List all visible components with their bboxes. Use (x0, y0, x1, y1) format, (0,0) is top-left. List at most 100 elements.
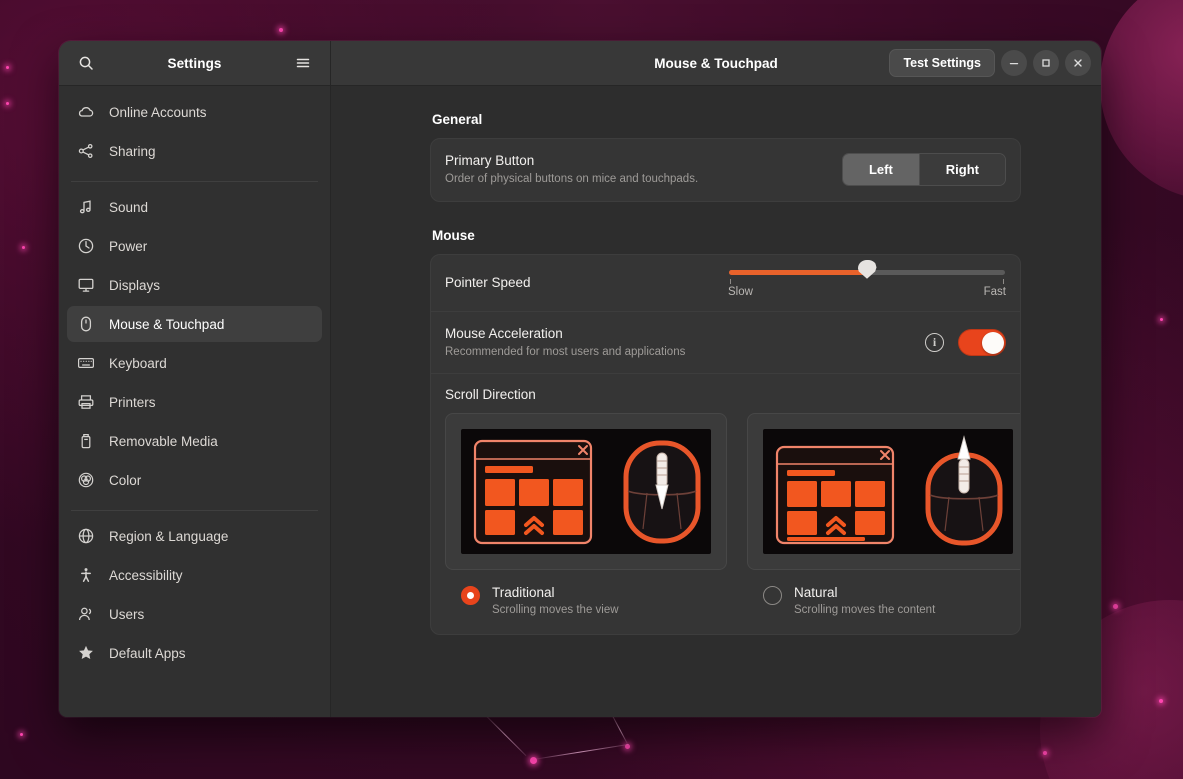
sidebar-item-sound[interactable]: Sound (67, 189, 322, 225)
primary-button-title: Primary Button (445, 152, 842, 170)
settings-sidebar[interactable]: Online Accounts Sharing (59, 86, 331, 717)
search-icon[interactable] (71, 48, 101, 78)
minimize-button[interactable] (1001, 50, 1027, 76)
sidebar-item-removable-media[interactable]: Removable Media (67, 423, 322, 459)
natural-label-block: Natural Scrolling moves the content (794, 584, 935, 617)
sidebar-item-power[interactable]: Power (67, 228, 322, 264)
wallpaper-constellation-line (533, 744, 629, 760)
app-title: Settings (101, 56, 288, 71)
accessibility-person-icon (77, 566, 95, 584)
slider-thumb[interactable] (858, 260, 877, 279)
wallpaper-star (1160, 318, 1163, 321)
sidebar-item-label: Color (109, 473, 141, 488)
sidebar-item-label: Users (109, 607, 144, 622)
pointer-speed-slider[interactable]: Slow Fast (728, 268, 1006, 298)
sidebar-item-default-apps[interactable]: Default Apps (67, 635, 322, 671)
users-icon (77, 605, 95, 623)
sidebar-item-users[interactable]: Users (67, 596, 322, 632)
sidebar-group: Region & Language Accessibility (67, 511, 322, 683)
usb-drive-icon (77, 432, 95, 450)
monitor-icon (77, 276, 95, 294)
sidebar-item-keyboard[interactable]: Keyboard (67, 345, 322, 381)
wallpaper-star (6, 102, 9, 105)
sidebar-item-label: Mouse & Touchpad (109, 317, 224, 332)
natural-radio[interactable] (763, 586, 782, 605)
sidebar-item-label: Default Apps (109, 646, 186, 661)
wallpaper-constellation-line (483, 713, 526, 756)
sidebar-scroll-area: Online Accounts Sharing (67, 86, 322, 683)
mouse-acceleration-title: Mouse Acceleration (445, 325, 925, 343)
section-heading-mouse: Mouse (432, 228, 1021, 243)
sidebar-item-label: Online Accounts (109, 105, 207, 120)
scroll-direction-title: Scroll Direction (445, 387, 1006, 402)
natural-description: Scrolling moves the content (794, 603, 935, 618)
printer-icon (77, 393, 95, 411)
sidebar-item-label: Removable Media (109, 434, 218, 449)
wallpaper-star (20, 733, 23, 736)
scroll-direction-block: Scroll Direction (431, 374, 1020, 633)
traditional-radio-row[interactable]: Traditional Scrolling moves the view (445, 584, 727, 617)
share-nodes-icon (77, 142, 95, 160)
wallpaper-star (1159, 699, 1163, 703)
slider-tick-min (730, 279, 731, 284)
mouse-icon (77, 315, 95, 333)
slider-ticks (728, 279, 1006, 286)
test-settings-button[interactable]: Test Settings (889, 49, 995, 77)
slider-tick-max (1003, 279, 1004, 284)
pointer-speed-texts: Pointer Speed (445, 274, 728, 292)
mouse-acceleration-subtitle: Recommended for most users and applicati… (445, 345, 925, 361)
scroll-direction-options: Traditional Scrolling moves the view (445, 413, 1006, 617)
slider-min-label: Slow (728, 286, 753, 298)
sidebar-item-color[interactable]: Color (67, 462, 322, 498)
sidebar-item-accessibility[interactable]: Accessibility (67, 557, 322, 593)
window-body: Online Accounts Sharing (59, 86, 1101, 717)
globe-icon (77, 527, 95, 545)
wallpaper-star (1043, 751, 1047, 755)
close-button[interactable] (1065, 50, 1091, 76)
wallpaper-star (6, 66, 9, 69)
sidebar-item-displays[interactable]: Displays (67, 267, 322, 303)
sidebar-item-printers[interactable]: Printers (67, 384, 322, 420)
music-note-icon (77, 198, 95, 216)
settings-content: General Primary Button Order of physical… (331, 86, 1101, 717)
sidebar-item-online-accounts[interactable]: Online Accounts (67, 94, 322, 130)
primary-button-option-left[interactable]: Left (843, 154, 919, 185)
primary-button-row: Primary Button Order of physical buttons… (431, 139, 1020, 201)
wallpaper-star (1113, 604, 1118, 609)
info-circle-icon[interactable]: i (925, 333, 944, 352)
scroll-direction-option-natural[interactable]: Natural Scrolling moves the content (747, 413, 1021, 617)
traditional-preview[interactable] (445, 413, 727, 570)
sidebar-headerbar: Settings (59, 41, 331, 85)
sidebar-item-label: Printers (109, 395, 156, 410)
mouse-acceleration-toggle[interactable] (958, 329, 1006, 356)
traditional-radio[interactable] (461, 586, 480, 605)
hamburger-menu-icon[interactable] (288, 48, 318, 78)
traditional-illustration-svg (461, 433, 711, 551)
section-heading-general: General (432, 112, 1021, 127)
natural-label: Natural (794, 584, 935, 602)
natural-preview[interactable] (747, 413, 1021, 570)
primary-button-segmented-control[interactable]: Left Right (842, 153, 1006, 186)
primary-button-option-right[interactable]: Right (919, 154, 1005, 185)
sidebar-item-mouse-touchpad[interactable]: Mouse & Touchpad (67, 306, 322, 342)
wallpaper-blob-topright (1100, 0, 1183, 200)
sidebar-item-label: Sharing (109, 144, 156, 159)
traditional-label-block: Traditional Scrolling moves the view (492, 584, 619, 617)
pointer-speed-row: Pointer Speed Slow Fast (431, 255, 1020, 311)
sidebar-group: Sound Power (67, 182, 322, 510)
general-card: Primary Button Order of physical buttons… (430, 138, 1021, 202)
wallpaper-star (279, 28, 283, 32)
maximize-button[interactable] (1033, 50, 1059, 76)
mouse-acceleration-row: Mouse Acceleration Recommended for most … (431, 311, 1020, 374)
scroll-direction-option-traditional[interactable]: Traditional Scrolling moves the view (445, 413, 727, 617)
sidebar-item-label: Displays (109, 278, 160, 293)
sidebar-item-sharing[interactable]: Sharing (67, 133, 322, 169)
slider-labels: Slow Fast (728, 286, 1006, 298)
natural-radio-row[interactable]: Natural Scrolling moves the content (747, 584, 1021, 617)
sidebar-item-label: Power (109, 239, 147, 254)
sidebar-item-label: Region & Language (109, 529, 228, 544)
color-wheel-icon (77, 471, 95, 489)
slider-track[interactable] (729, 270, 1005, 275)
scroll-direction-row: Scroll Direction (431, 373, 1020, 633)
sidebar-item-region-language[interactable]: Region & Language (67, 518, 322, 554)
